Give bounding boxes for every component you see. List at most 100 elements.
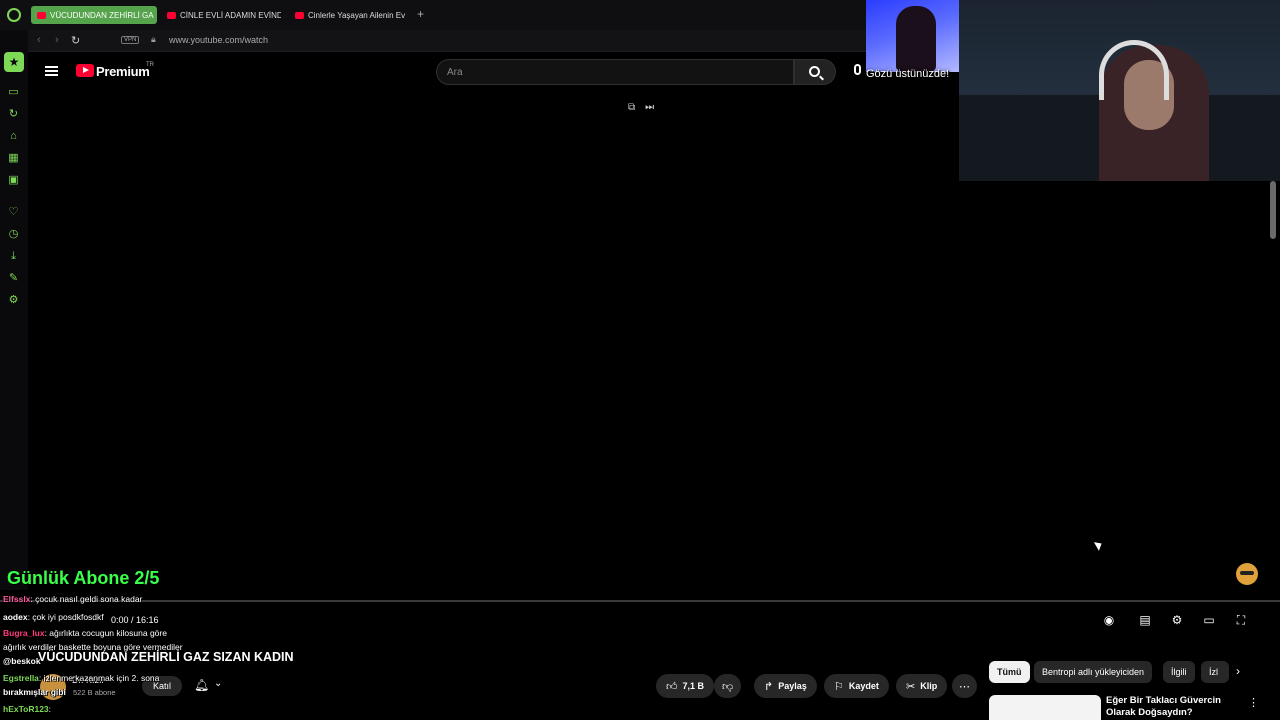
share-icon: ↱: [764, 680, 774, 693]
chat-username: hExToR123: [3, 704, 49, 714]
download-icon[interactable]: ⤓: [7, 250, 20, 263]
chevron-down-icon[interactable]: ⌄: [214, 678, 222, 689]
chat-text: bırakmışlar gibi: [3, 687, 66, 697]
chat-text: :: [48, 704, 52, 714]
miniplayer-icon[interactable]: ⧉: [628, 102, 635, 113]
share-label: Paylaş: [778, 681, 807, 691]
subtitles-icon[interactable]: ▤: [1138, 614, 1152, 626]
youtube-favicon-icon: [37, 11, 46, 19]
overlay-caption: Gözü üstünüzde!: [866, 68, 950, 80]
history-icon[interactable]: ◷: [7, 228, 20, 241]
youtube-favicon-icon: [295, 11, 304, 19]
browser-sidebar: ★ ▭ ↻ ⌂ ▦ ▣ ♡ ◷ ⤓ ✎ ⚙: [0, 30, 28, 590]
youtube-logo-icon[interactable]: [76, 64, 94, 77]
back-icon[interactable]: ‹: [37, 34, 41, 46]
related-video-title[interactable]: Eğer Bir Taklacı Güvercin Olarak Doğsayd…: [1106, 695, 1246, 719]
clip-button[interactable]: ✂ Klip: [896, 674, 948, 698]
video-time: 0:00 / 16:16: [111, 615, 159, 625]
chat-message: ağırlık verdiler baskette boyuna göre ve…: [3, 642, 183, 652]
chat-username: Egstrella: [3, 673, 39, 683]
screen: VÜCUDUNDAN ZEHİRLİ GA CİNLE EVLİ ADAMIN …: [0, 0, 1280, 720]
more-vertical-icon[interactable]: ⋮: [1248, 696, 1259, 709]
chat-username: Bugra_lux: [3, 628, 45, 638]
chat-text: : izlenme kazanmak için 2. sona: [38, 673, 160, 683]
chat-text: : çok iyi posdkfosdkf: [27, 612, 104, 622]
tab-2[interactable]: CİNLE EVLİ ADAMIN EVİNDE: [161, 6, 281, 24]
speed-dial-icon[interactable]: ★: [4, 52, 24, 72]
thumbs-up-icon: 👍︎: [666, 680, 678, 693]
clip-label: Klip: [920, 681, 938, 691]
small-webcam-overlay: [866, 0, 959, 72]
video-progress-bar[interactable]: [0, 600, 1280, 602]
page-scrollbar[interactable]: [1270, 181, 1276, 239]
heart-icon[interactable]: ♡: [7, 206, 20, 219]
like-count: 7,1 B: [682, 681, 705, 691]
search-button[interactable]: [794, 59, 836, 85]
menu-icon[interactable]: [45, 66, 58, 76]
microphone-icon[interactable]: [854, 64, 861, 75]
more-actions-button[interactable]: ⋯: [952, 674, 977, 698]
save-button[interactable]: ⚐ Kaydet: [824, 674, 889, 698]
save-label: Kaydet: [848, 681, 879, 691]
search-icon: [809, 66, 820, 77]
chat-text: @beskok: [3, 656, 41, 666]
thumbs-down-icon: 👎︎: [722, 680, 734, 693]
new-tab-button[interactable]: +: [417, 8, 424, 20]
chat-message: bırakmışlar gibi: [3, 687, 66, 697]
chat-text: : çocuk nasıl geldi sona kadar: [30, 594, 143, 604]
related-video-thumbnail[interactable]: [989, 695, 1101, 720]
subscriber-count: 522 B abone: [73, 688, 116, 697]
theater-mode-icon[interactable]: ▭: [1202, 614, 1216, 626]
tab-3-label: Cinlerle Yaşayan Ailenin Ev: [308, 10, 406, 20]
chat-username: aodex: [3, 612, 28, 622]
opera-logo-icon[interactable]: [7, 8, 21, 22]
share-button[interactable]: ↱ Paylaş: [754, 674, 817, 698]
streamer-webcam: [959, 0, 1280, 181]
tab-2-label: CİNLE EVLİ ADAMIN EVİNDE: [180, 10, 281, 20]
address-bar: ‹ › ↻ VPN 🔒︎ www.youtube.com/watch: [28, 30, 868, 52]
player-top-controls: ⧉ ⏭: [628, 102, 654, 113]
gaming-icon[interactable]: ▭: [7, 86, 20, 99]
mouse-cursor-icon: [1093, 539, 1105, 551]
video-title: VÜCUDUNDAN ZEHİRLİ GAZ SIZAN KADIN: [38, 650, 294, 664]
lock-icon[interactable]: 🔒︎: [151, 34, 156, 45]
twitch-icon[interactable]: ▦: [7, 152, 20, 165]
chip-uploader[interactable]: Bentropi adlı yükleyiciden: [1034, 661, 1153, 683]
dislike-button[interactable]: 👎︎: [714, 674, 742, 698]
vpn-badge[interactable]: VPN: [121, 36, 140, 44]
refresh-feed-icon[interactable]: ↻: [7, 108, 20, 121]
scissors-icon: ✂: [906, 680, 916, 693]
tab-1-label: VÜCUDUNDAN ZEHİRLİ GA: [50, 10, 154, 20]
settings-gear-icon[interactable]: ⚙: [1170, 614, 1184, 626]
settings-icon[interactable]: ⚙: [7, 294, 20, 307]
chat-message: hExToR123:: [3, 704, 51, 714]
tab-3[interactable]: Cinlerle Yaşayan Ailenin Ev: [289, 6, 409, 24]
youtube-favicon-icon: [167, 11, 176, 19]
chip-related[interactable]: İlgili: [1163, 661, 1195, 683]
search-input[interactable]: Ara: [436, 59, 794, 85]
chip-all[interactable]: Tümü: [989, 661, 1030, 683]
chat-username: Elfsslx: [3, 594, 31, 604]
more-horizontal-icon: ⋯: [959, 680, 970, 693]
chat-text: : ağırlıkta cocugun kilosuna göre: [44, 628, 167, 638]
autoplay-toggle-icon[interactable]: ◉: [1102, 614, 1116, 626]
fullscreen-icon[interactable]: ⛶: [1234, 614, 1248, 626]
messenger-icon[interactable]: ▣: [7, 174, 20, 187]
ai-icon[interactable]: ⌂: [7, 130, 20, 143]
chat-message: Egstrella: izlenme kazanmak için 2. sona: [3, 673, 159, 683]
subscriber-goal: Günlük Abone 2/5: [7, 568, 160, 588]
reload-icon[interactable]: ↻: [71, 34, 80, 47]
chevron-right-icon[interactable]: ›: [1236, 664, 1240, 678]
chat-message: @beskok: [3, 656, 41, 666]
forward-icon[interactable]: ›: [55, 34, 59, 46]
bell-icon[interactable]: 🔔︎: [194, 678, 209, 692]
skip-icon[interactable]: ⏭: [645, 102, 654, 113]
search-placeholder: Ara: [447, 67, 463, 78]
extensions-icon[interactable]: ✎: [7, 272, 20, 285]
chip-watched[interactable]: İzl: [1201, 661, 1229, 683]
chat-message: Bugra_lux: ağırlıkta cocugun kilosuna gö…: [3, 628, 167, 638]
brand-name[interactable]: Premium: [96, 64, 150, 79]
tab-1[interactable]: VÜCUDUNDAN ZEHİRLİ GA: [31, 6, 157, 24]
url-field[interactable]: www.youtube.com/watch: [169, 35, 268, 45]
like-button[interactable]: 👍︎ 7,1 B: [656, 674, 715, 698]
